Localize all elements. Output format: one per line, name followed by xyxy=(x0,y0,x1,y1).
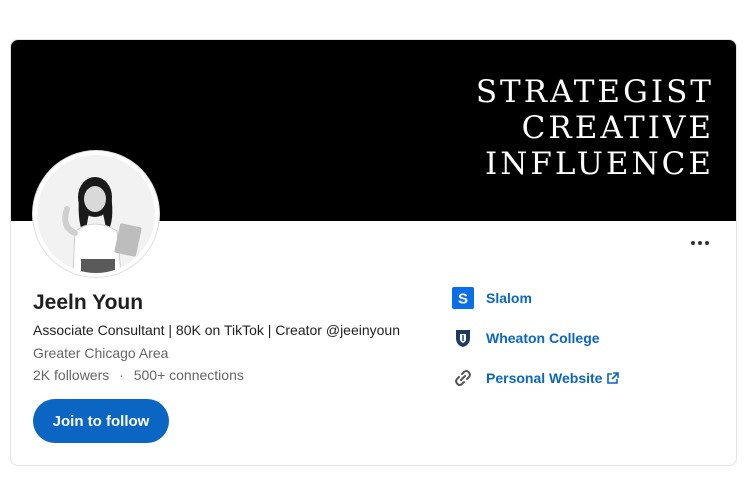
slalom-logo-icon: S xyxy=(452,287,474,309)
banner-text: STRATEGIST CREATIVE INFLUENCE xyxy=(476,74,714,182)
profile-card: STRATEGIST CREATIVE INFLUENCE Jeeln Youn… xyxy=(10,39,737,466)
wheaton-college-crest-icon xyxy=(452,327,474,349)
avatar-photo xyxy=(37,155,155,273)
profile-location: Greater Chicago Area xyxy=(33,345,169,361)
svg-text:S: S xyxy=(458,291,468,308)
link-label: Personal Website xyxy=(486,370,603,386)
banner-line: INFLUENCE xyxy=(485,146,714,182)
more-options-button[interactable] xyxy=(686,233,714,253)
profile-name: Jeeln Youn xyxy=(33,291,144,314)
more-horizontal-icon xyxy=(705,241,709,245)
more-horizontal-icon xyxy=(698,241,702,245)
banner-line: STRATEGIST xyxy=(475,74,714,110)
profile-headline: Associate Consultant | 80K on TikTok | C… xyxy=(33,322,401,338)
link-wheaton-college[interactable]: Wheaton College xyxy=(452,327,619,349)
profile-links: S Slalom Wheaton College Personal Websit… xyxy=(452,287,620,407)
link-label: Wheaton College xyxy=(486,330,600,346)
external-link-icon xyxy=(606,371,620,385)
link-label: Slalom xyxy=(486,290,532,306)
more-horizontal-icon xyxy=(691,241,695,245)
connections-count[interactable]: 500+ connections xyxy=(134,367,244,383)
join-to-follow-button[interactable]: Join to follow xyxy=(33,399,169,443)
link-slalom[interactable]: S Slalom xyxy=(452,287,619,309)
avatar[interactable] xyxy=(33,151,159,277)
banner-line: CREATIVE xyxy=(521,110,714,146)
stats-separator: · xyxy=(119,367,124,383)
profile-stats: 2K followers · 500+ connections xyxy=(33,367,244,383)
link-personal-website[interactable]: Personal Website xyxy=(452,367,620,389)
link-icon xyxy=(452,367,474,389)
followers-count[interactable]: 2K followers xyxy=(33,367,109,383)
